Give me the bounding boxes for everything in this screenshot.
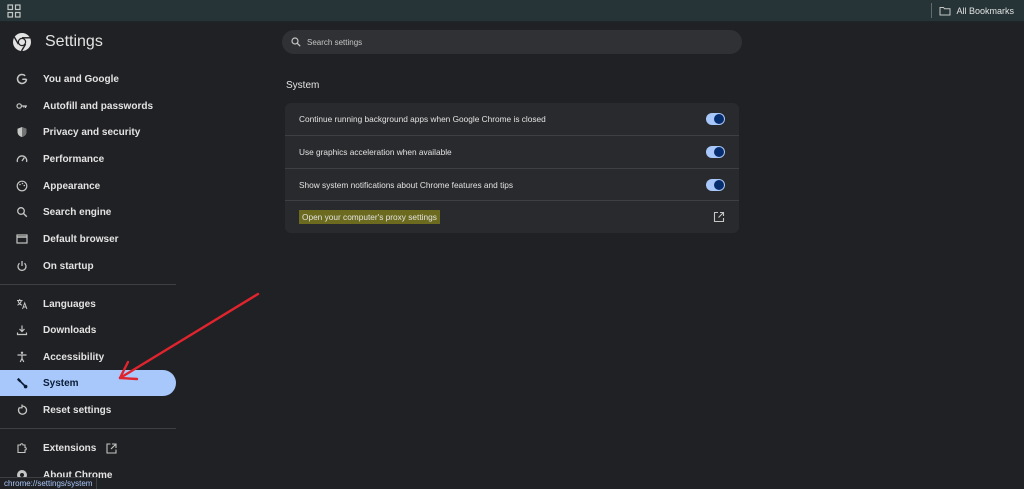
chrome-logo-icon	[13, 33, 31, 52]
system-settings-card: Continue running background apps when Go…	[285, 103, 739, 233]
search-icon	[16, 206, 28, 218]
sidebar-item-label: Accessibility	[43, 351, 105, 363]
bookmarks-divider	[931, 3, 932, 18]
row-label: Continue running background apps when Go…	[299, 114, 546, 124]
sidebar-item-you-and-google[interactable]: You and Google	[0, 66, 176, 92]
sidebar-item-label: Autofill and passwords	[43, 100, 154, 112]
download-icon	[16, 324, 28, 336]
sidebar-item-label: Search engine	[43, 206, 112, 218]
sidebar-divider	[0, 428, 176, 429]
sidebar-item-default-browser[interactable]: Default browser	[0, 226, 176, 252]
search-icon	[291, 37, 301, 47]
sidebar-item-performance[interactable]: Performance	[0, 146, 176, 172]
sidebar-item-search-engine[interactable]: Search engine	[0, 199, 176, 225]
sidebar-item-reset-settings[interactable]: Reset settings	[0, 397, 176, 423]
sidebar-item-label: System	[43, 377, 79, 389]
sidebar-item-downloads[interactable]: Downloads	[0, 317, 176, 343]
graphics-acceleration-row[interactable]: Use graphics acceleration when available	[285, 136, 739, 168]
open-in-new-icon[interactable]	[713, 211, 725, 223]
sidebar-item-label: Privacy and security	[43, 126, 141, 138]
bookmarks-bar: All Bookmarks	[0, 0, 1024, 22]
settings-brand: Settings	[12, 32, 103, 52]
proxy-settings-row[interactable]: Open your computer's proxy settings	[285, 201, 739, 233]
power-icon	[16, 260, 28, 272]
sidebar-item-languages[interactable]: Languages	[0, 291, 176, 317]
sidebar-item-label: Reset settings	[43, 404, 112, 416]
all-bookmarks-button[interactable]: All Bookmarks	[939, 3, 1014, 19]
sidebar-item-label: Extensions	[43, 442, 97, 454]
sidebar-item-privacy[interactable]: Privacy and security	[0, 119, 176, 145]
open-in-new-icon	[106, 442, 117, 454]
key-icon	[16, 100, 28, 112]
row-label: Show system notifications about Chrome f…	[299, 180, 513, 190]
palette-icon	[16, 180, 28, 192]
puzzle-icon	[16, 442, 28, 454]
accessibility-icon	[16, 351, 28, 363]
system-notifications-row[interactable]: Show system notifications about Chrome f…	[285, 169, 739, 201]
browser-window-icon	[16, 233, 28, 245]
sidebar-item-appearance[interactable]: Appearance	[0, 173, 176, 199]
sidebar-item-label: Performance	[43, 153, 105, 165]
settings-sidebar: Settings You and Google Autofill and pas…	[0, 22, 186, 489]
sidebar-item-autofill[interactable]: Autofill and passwords	[0, 93, 176, 119]
row-label: Use graphics acceleration when available	[299, 147, 452, 157]
sidebar-item-label: Downloads	[43, 324, 97, 336]
sidebar-item-system[interactable]: System	[0, 370, 176, 396]
shield-icon	[16, 126, 28, 138]
system-notifications-toggle[interactable]	[706, 179, 725, 191]
sidebar-item-label: Languages	[43, 298, 96, 310]
sidebar-item-label: On startup	[43, 260, 94, 272]
proxy-settings-link[interactable]: Open your computer's proxy settings	[299, 210, 440, 224]
toggle-knob	[714, 180, 724, 190]
sidebar-item-label: Default browser	[43, 233, 119, 245]
background-apps-row[interactable]: Continue running background apps when Go…	[285, 103, 739, 135]
google-g-icon	[16, 73, 28, 85]
search-input[interactable]	[307, 37, 707, 47]
section-title: System	[286, 80, 320, 91]
translate-icon	[16, 298, 28, 310]
sidebar-item-on-startup[interactable]: On startup	[0, 253, 176, 279]
folder-icon	[939, 7, 951, 16]
wrench-icon	[16, 377, 28, 389]
speedometer-icon	[16, 153, 28, 165]
sidebar-item-accessibility[interactable]: Accessibility	[0, 344, 176, 370]
status-bar-url: chrome://settings/system	[0, 477, 98, 489]
toggle-knob	[714, 147, 724, 157]
reset-icon	[16, 404, 28, 416]
sidebar-divider	[0, 284, 176, 285]
sidebar-item-extensions[interactable]: Extensions	[0, 435, 176, 461]
background-apps-toggle[interactable]	[706, 113, 725, 125]
apps-grid-icon[interactable]	[7, 4, 21, 18]
page-title: Settings	[45, 33, 103, 50]
graphics-acceleration-toggle[interactable]	[706, 146, 725, 158]
toggle-knob	[714, 114, 724, 124]
sidebar-item-label: Appearance	[43, 180, 101, 192]
sidebar-item-label: You and Google	[43, 73, 119, 85]
search-settings-box[interactable]	[282, 30, 742, 54]
all-bookmarks-label: All Bookmarks	[956, 6, 1014, 16]
